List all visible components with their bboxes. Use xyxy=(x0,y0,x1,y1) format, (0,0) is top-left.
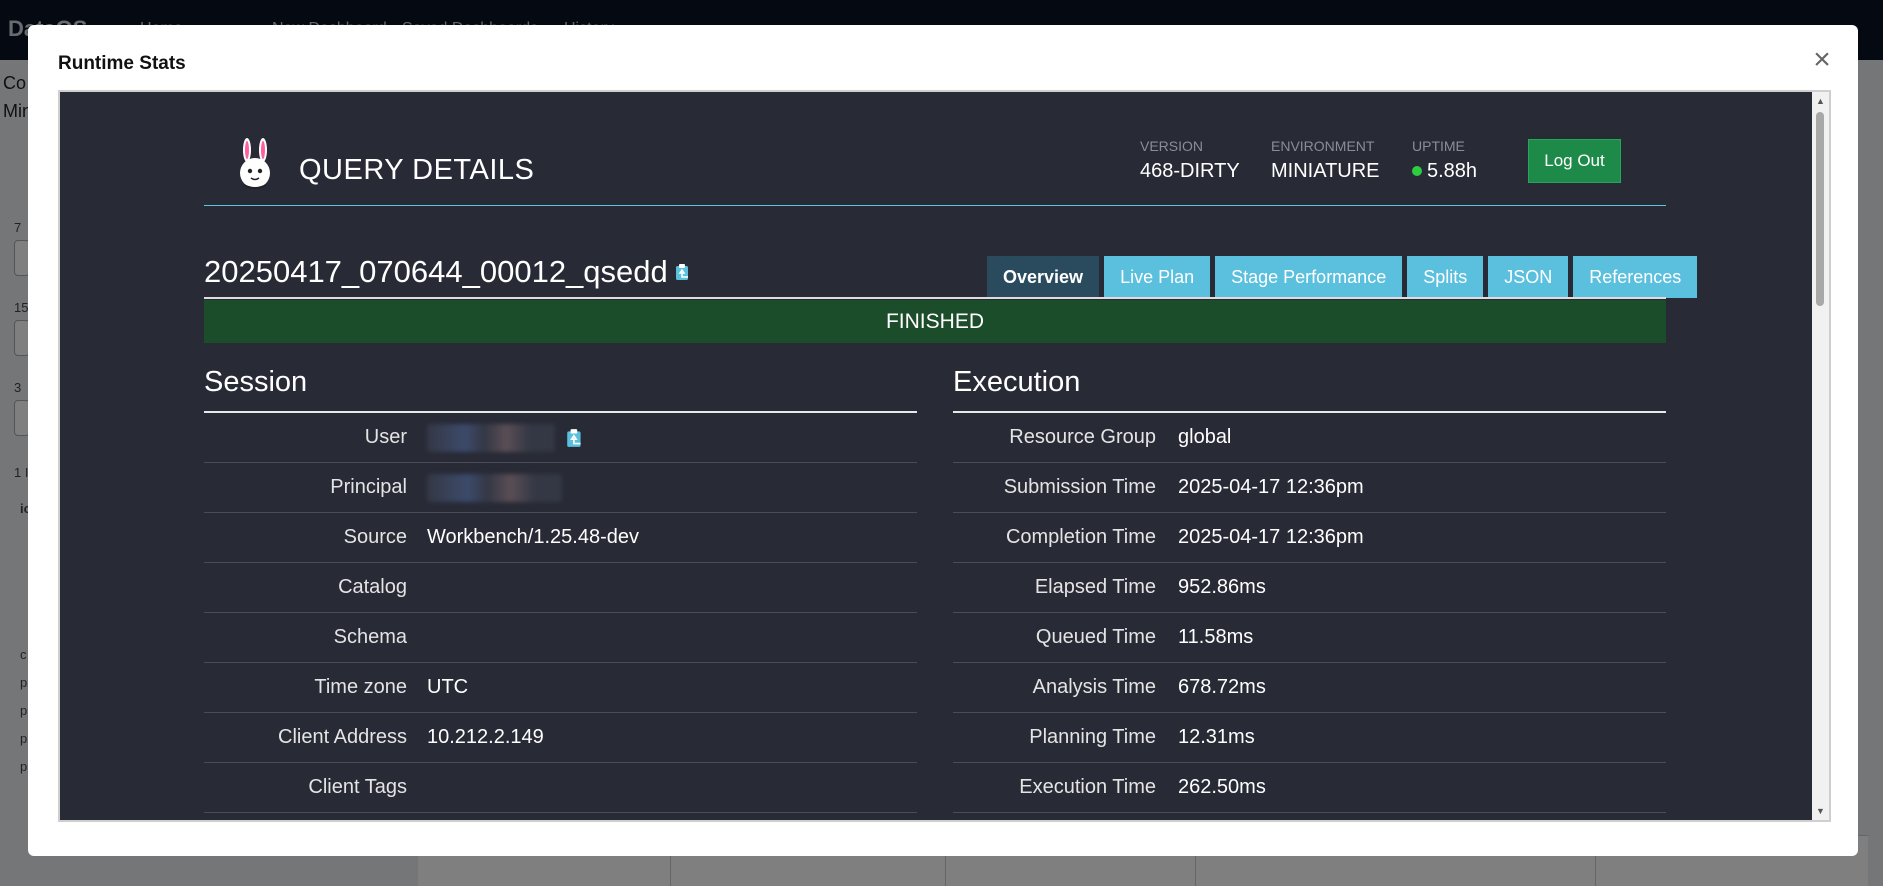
row-label: Client Address xyxy=(278,726,407,748)
session-row-user: User xyxy=(204,413,917,463)
row-label: Planning Time xyxy=(1029,726,1156,748)
query-details-content: QUERY DETAILS VERSION 468-DIRTY ENVIRONM… xyxy=(204,92,1698,820)
row-value xyxy=(419,473,562,502)
modal-title: Runtime Stats xyxy=(58,53,186,74)
session-row-principal: Principal xyxy=(204,463,917,513)
execution-row-analysis-time: Analysis Time 678.72ms xyxy=(953,663,1666,713)
version-label: VERSION xyxy=(1140,138,1204,154)
row-value: 2025-04-17 12:36pm xyxy=(1178,476,1364,498)
scroll-up-icon[interactable]: ▲ xyxy=(1816,96,1825,106)
row-value: 952.86ms xyxy=(1178,576,1266,598)
tab-stage-performance[interactable]: Stage Performance xyxy=(1215,256,1403,298)
logout-button[interactable]: Log Out xyxy=(1528,139,1621,183)
session-row-client-tags: Client Tags xyxy=(204,763,917,813)
scroll-thumb[interactable] xyxy=(1816,112,1824,306)
session-row-time-zone: Time zone UTC xyxy=(204,663,917,713)
row-label: Completion Time xyxy=(1005,526,1156,548)
uptime-label: UPTIME xyxy=(1412,138,1465,154)
row-value: 262.50ms xyxy=(1178,776,1266,798)
row-label: Catalog xyxy=(338,576,407,598)
query-id-heading: 20250417_070644_00012_qsedd xyxy=(204,254,692,290)
row-value: 2025-04-17 12:36pm xyxy=(1178,526,1364,548)
app-title: QUERY DETAILS xyxy=(299,154,535,186)
execution-row-queued-time: Queued Time 11.58ms xyxy=(953,613,1666,663)
tab-live-plan[interactable]: Live Plan xyxy=(1104,256,1211,298)
copy-icon[interactable] xyxy=(674,263,692,281)
row-value: 12.31ms xyxy=(1178,726,1255,748)
row-label: Principal xyxy=(330,476,407,498)
row-value: 11.58ms xyxy=(1178,626,1254,648)
execution-section: Execution Resource Group global Submissi… xyxy=(953,366,1666,813)
row-label: Time zone xyxy=(314,676,407,698)
tab-references[interactable]: References xyxy=(1573,256,1698,298)
row-label: Schema xyxy=(333,626,407,648)
row-value: Workbench/1.25.48-dev xyxy=(427,526,639,548)
execution-row-planning-time: Planning Time 12.31ms xyxy=(953,713,1666,763)
environment-block: ENVIRONMENT MINIATURE xyxy=(1271,138,1380,183)
execution-row-completion-time: Completion Time 2025-04-17 12:36pm xyxy=(953,513,1666,563)
query-details-frame: QUERY DETAILS VERSION 468-DIRTY ENVIRONM… xyxy=(58,90,1831,822)
version-block: VERSION 468-DIRTY xyxy=(1140,138,1240,183)
tab-json[interactable]: JSON xyxy=(1488,256,1569,298)
session-row-schema: Schema xyxy=(204,613,917,663)
runtime-stats-modal: Runtime Stats × QUERY DETAILS VERSION 46… xyxy=(28,25,1858,856)
redacted-principal xyxy=(427,473,562,502)
redacted-user xyxy=(427,423,555,452)
execution-row-submission-time: Submission Time 2025-04-17 12:36pm xyxy=(953,463,1666,513)
query-id: 20250417_070644_00012_qsedd xyxy=(204,254,668,289)
row-label: Elapsed Time xyxy=(1034,576,1156,598)
row-label: Submission Time xyxy=(1003,476,1156,498)
environment-value: MINIATURE xyxy=(1271,160,1380,182)
row-label: Queued Time xyxy=(1035,626,1156,648)
row-label: User xyxy=(364,426,407,448)
execution-row-resource-group: Resource Group global xyxy=(953,413,1666,463)
row-value: 10.212.2.149 xyxy=(427,726,544,748)
session-section: Session User Principal Source Workbench/… xyxy=(204,366,917,813)
row-value: global xyxy=(1178,426,1232,448)
query-details-header: QUERY DETAILS VERSION 468-DIRTY ENVIRONM… xyxy=(204,92,1666,206)
row-label: Resource Group xyxy=(1009,426,1156,448)
row-label: Client Tags xyxy=(308,776,407,798)
scroll-down-icon[interactable]: ▼ xyxy=(1816,806,1825,816)
row-label: Source xyxy=(343,526,407,548)
session-row-catalog: Catalog xyxy=(204,563,917,613)
row-value: 678.72ms xyxy=(1178,676,1266,698)
tabs-divider xyxy=(204,297,1666,299)
uptime-block: UPTIME 5.88h xyxy=(1412,138,1477,183)
row-label: Analysis Time xyxy=(1032,676,1156,698)
row-label: Execution Time xyxy=(1019,776,1156,798)
execution-row-elapsed-time: Elapsed Time 952.86ms xyxy=(953,563,1666,613)
row-value: UTC xyxy=(427,676,469,698)
row-value xyxy=(419,423,585,452)
copy-icon[interactable] xyxy=(565,428,585,448)
session-row-source: Source Workbench/1.25.48-dev xyxy=(204,513,917,563)
execution-title: Execution xyxy=(953,366,1666,413)
bunny-logo-icon xyxy=(240,138,270,189)
version-value: 468-DIRTY xyxy=(1140,160,1240,182)
close-icon[interactable]: × xyxy=(1808,45,1836,75)
environment-label: ENVIRONMENT xyxy=(1271,138,1375,154)
execution-row-execution-time: Execution Time 262.50ms xyxy=(953,763,1666,813)
frame-scrollbar[interactable]: ▲ ▼ xyxy=(1812,92,1829,820)
session-row-client-address: Client Address 10.212.2.149 xyxy=(204,713,917,763)
uptime-value: 5.88h xyxy=(1427,160,1478,182)
session-title: Session xyxy=(204,366,917,413)
uptime-value-wrap: 5.88h xyxy=(1412,160,1477,183)
tab-splits[interactable]: Splits xyxy=(1407,256,1484,298)
query-status-bar: FINISHED xyxy=(204,300,1666,343)
query-tabs: Overview Live Plan Stage Performance Spl… xyxy=(982,256,1698,298)
status-dot-icon xyxy=(1412,166,1422,176)
tab-overview[interactable]: Overview xyxy=(987,256,1100,298)
